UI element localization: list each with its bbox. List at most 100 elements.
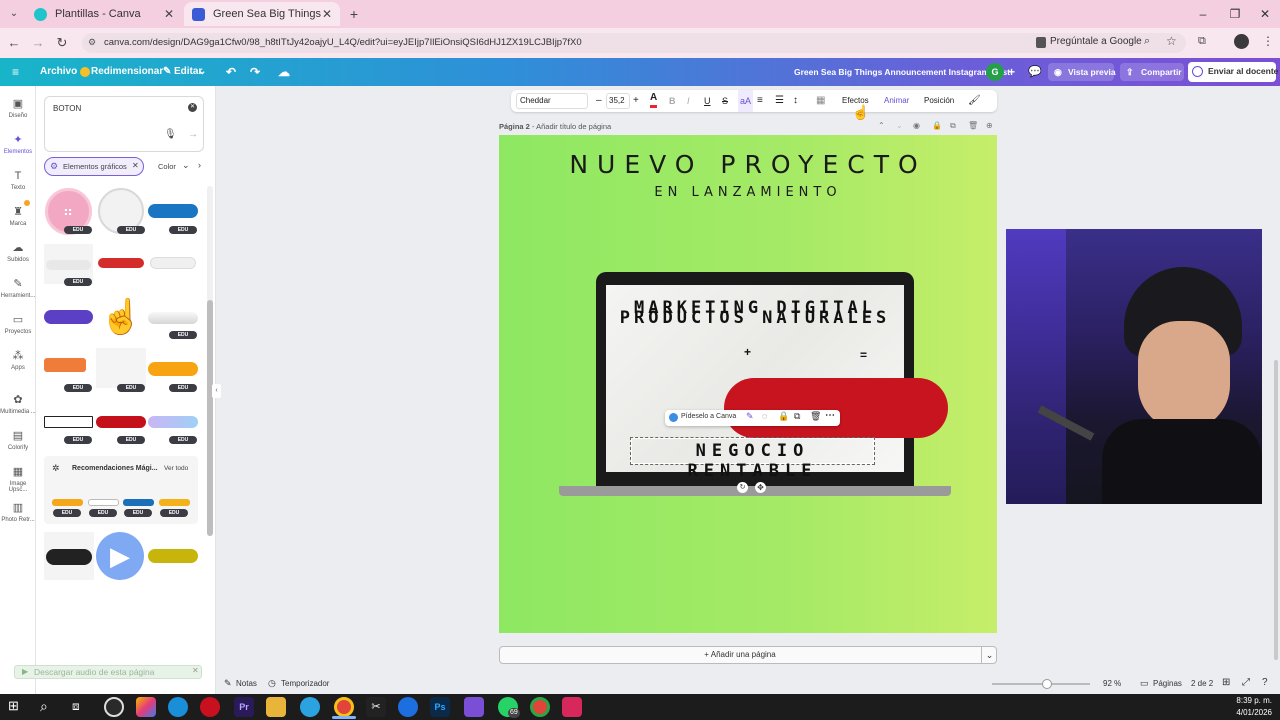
text-color-icon[interactable]: A: [650, 90, 658, 108]
transparency-icon[interactable]: ▦: [816, 90, 825, 112]
italic-icon[interactable]: I: [687, 90, 690, 112]
avatar[interactable]: G: [986, 63, 1004, 81]
ask-canva-button[interactable]: Pídeselo a Canva: [681, 413, 736, 420]
element-tile[interactable]: [148, 204, 198, 218]
screen-line-productos[interactable]: PRODUCTOS NATURALES: [606, 308, 904, 328]
canva-app-icon[interactable]: [464, 697, 484, 717]
telegram-icon[interactable]: [300, 697, 320, 717]
element-tile[interactable]: [44, 310, 93, 324]
zoom-level[interactable]: 92 %: [1103, 679, 1121, 688]
add-page-title[interactable]: Añadir título de página: [536, 122, 611, 131]
hand-pointer-icon[interactable]: ☝: [100, 292, 142, 342]
windows-start-icon[interactable]: ⊞: [8, 699, 22, 713]
edge-icon[interactable]: [168, 697, 188, 717]
close-icon[interactable]: ✕: [192, 666, 199, 675]
chrome-profile-icon[interactable]: [530, 697, 550, 717]
element-tile[interactable]: [148, 416, 198, 428]
rec-item[interactable]: [123, 499, 154, 506]
capcut-icon[interactable]: ✂: [366, 697, 386, 717]
undo-icon[interactable]: ↶: [226, 64, 236, 80]
app-icon[interactable]: [562, 697, 582, 717]
rail-item-11[interactable]: ▦ Image Upsc...: [0, 466, 36, 493]
red-button-shape[interactable]: [724, 378, 948, 438]
task-view-icon[interactable]: ⧈: [72, 699, 80, 714]
element-tile[interactable]: [44, 416, 93, 428]
tab-list-icon[interactable]: ⌄: [6, 6, 22, 22]
extensions-icon[interactable]: ⧉: [1198, 35, 1206, 48]
rail-item-5[interactable]: ☁ Subidos: [0, 242, 36, 263]
lock-icon[interactable]: 🔒: [778, 411, 789, 422]
tab-plantillas[interactable]: Plantillas - Canva ✕: [26, 2, 182, 26]
rail-item-7[interactable]: ▭ Proyectos: [0, 314, 36, 335]
clock-date[interactable]: 4/01/2026: [1220, 708, 1272, 717]
screen-line-negocio[interactable]: NEGOCIO RENTABLE: [631, 441, 874, 481]
redimensionar-button[interactable]: Redimensionar: [91, 64, 163, 80]
notas-button[interactable]: Notas: [236, 679, 257, 688]
page-subtitle[interactable]: EN LANZAMIENTO: [499, 185, 997, 200]
rail-item-12[interactable]: ▥ Photo Retr...: [0, 502, 36, 523]
duplicate-icon[interactable]: ⧉: [794, 411, 800, 422]
chrome-icon[interactable]: [334, 697, 354, 717]
chevron-down-icon[interactable]: ⌄: [896, 121, 903, 130]
duplicate-icon[interactable]: ⧉: [950, 121, 956, 131]
close-icon[interactable]: ✕: [322, 7, 332, 21]
element-tile[interactable]: [148, 549, 198, 563]
ver-todo-link[interactable]: Ver todo: [164, 465, 188, 472]
rec-item[interactable]: [159, 499, 190, 506]
rail-item-1[interactable]: ▣ Diseño: [0, 98, 36, 119]
temporizador-button[interactable]: Temporizador: [281, 679, 329, 688]
rail-item-9[interactable]: ✿ Multimedia ...: [0, 394, 36, 415]
ask-google-button[interactable]: Pregúntale a Google: [1050, 36, 1142, 47]
page-title[interactable]: NUEVO PROYECTO: [499, 150, 997, 179]
collapse-panel-icon[interactable]: ‹: [212, 384, 221, 398]
hamburger-menu-icon[interactable]: ≡: [12, 64, 19, 80]
magic-edit-icon[interactable]: ✎: [746, 411, 754, 422]
design-title[interactable]: Green Sea Big Things Announcement Instag…: [794, 64, 1010, 80]
rail-item-8[interactable]: ⁂ Apps: [0, 350, 36, 371]
remove-filter-icon[interactable]: ✕: [132, 161, 139, 170]
rail-item-6[interactable]: ✎ Herramient...: [0, 278, 36, 299]
grid-view-icon[interactable]: ⊞: [1222, 677, 1230, 688]
zoom-search-icon[interactable]: ⌕: [1144, 35, 1150, 48]
back-icon[interactable]: ←: [4, 34, 24, 52]
profile-avatar[interactable]: [1234, 34, 1249, 49]
decrease-size-icon[interactable]: –: [596, 90, 602, 112]
comment-icon[interactable]: ◌: [762, 411, 767, 421]
list-icon[interactable]: ☰: [775, 90, 784, 112]
trash-icon[interactable]: 🗑: [810, 411, 821, 422]
site-info-icon[interactable]: ⚙: [88, 37, 98, 49]
more-options-icon[interactable]: ⋯: [825, 410, 835, 421]
restore-icon[interactable]: ❐: [1220, 4, 1250, 24]
posicion-button[interactable]: Posición: [924, 90, 954, 112]
eye-icon[interactable]: ◉: [913, 121, 920, 130]
animar-button[interactable]: Animar: [884, 90, 909, 112]
rail-item-3[interactable]: T Texto: [0, 170, 36, 191]
more-menu-icon[interactable]: ⋮: [1262, 34, 1274, 48]
tab-green-sea[interactable]: Green Sea Big Things Announc ✕: [184, 2, 340, 26]
clock-time[interactable]: 8:39 p. m.: [1220, 696, 1272, 705]
file-explorer-icon[interactable]: [266, 697, 286, 717]
mail-icon[interactable]: [398, 697, 418, 717]
chevron-up-icon[interactable]: ⌃: [878, 121, 885, 130]
close-window-icon[interactable]: ✕: [1250, 4, 1280, 24]
opera-icon[interactable]: [200, 697, 220, 717]
element-tile[interactable]: [44, 532, 94, 580]
align-center-icon[interactable]: ≡: [757, 90, 763, 112]
reload-icon[interactable]: ↻: [52, 34, 72, 52]
element-tile[interactable]: [96, 416, 146, 428]
new-tab-icon[interactable]: +: [346, 6, 362, 22]
element-tile[interactable]: [96, 256, 146, 270]
obs-icon[interactable]: [104, 697, 124, 717]
comment-icon[interactable]: 💬: [1028, 64, 1042, 80]
lock-icon[interactable]: 🔒: [932, 121, 942, 130]
microphone-icon[interactable]: 🎙: [164, 129, 177, 140]
zoom-slider[interactable]: [992, 683, 1090, 685]
bookmark-star-icon[interactable]: ☆: [1166, 34, 1177, 48]
search-icon[interactable]: ⌕: [40, 698, 48, 715]
search-input[interactable]: BOTON: [53, 104, 81, 113]
add-collaborator-icon[interactable]: +: [1008, 64, 1015, 80]
copilot-icon[interactable]: [136, 697, 156, 717]
element-tile[interactable]: [96, 348, 146, 388]
rotate-handle-icon[interactable]: ↻: [737, 482, 748, 493]
paginas-button[interactable]: Páginas: [1153, 679, 1182, 688]
